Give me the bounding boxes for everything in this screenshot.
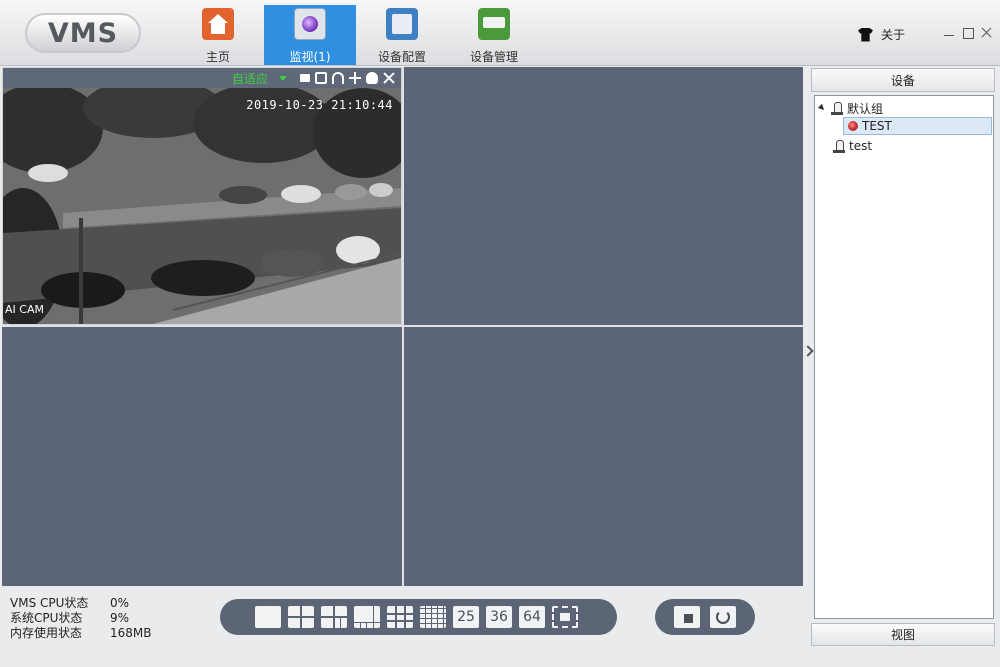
street-scene: [3, 88, 401, 324]
home-icon: [202, 8, 234, 40]
ptz-icon[interactable]: [349, 72, 361, 84]
camera-icon: [848, 121, 858, 131]
tab-device-manage[interactable]: 设备管理: [448, 5, 540, 65]
video-cell-1[interactable]: 自适应 2019-10-23 21:10:44 AI CAM: [2, 67, 402, 325]
status-key: 内存使用状态: [10, 626, 83, 640]
video-cell-2[interactable]: [404, 67, 803, 325]
status-value: 9%: [110, 611, 130, 625]
audio-icon[interactable]: [332, 72, 344, 84]
tree-node-default-group[interactable]: 默认组: [817, 99, 884, 117]
layout-6-icon[interactable]: [321, 606, 347, 628]
status-value: 0%: [110, 596, 130, 610]
top-bar: VMS 主页 监视(1) 设备配置 设备管理 关于: [0, 0, 1000, 66]
about-label: 关于: [881, 28, 906, 42]
video-cell-3[interactable]: [2, 327, 402, 586]
maximize-icon[interactable]: [961, 26, 975, 40]
tab-device-config-label: 设备配置: [377, 50, 426, 64]
layout-1-icon[interactable]: [255, 606, 281, 628]
save-icon[interactable]: [674, 606, 700, 628]
record-icon[interactable]: [300, 74, 310, 82]
video-grid: 自适应 2019-10-23 21:10:44 AI CAM: [2, 67, 803, 586]
chevron-down-icon[interactable]: [279, 75, 287, 81]
tab-monitor[interactable]: 监视(1): [264, 5, 356, 65]
device-manage-icon: [478, 8, 510, 40]
tab-monitor-label: 监视(1): [289, 50, 331, 64]
group-icon: [831, 101, 843, 115]
tab-device-manage-label: 设备管理: [469, 50, 518, 64]
osd-timestamp: 2019-10-23 21:10:44: [246, 98, 393, 112]
cycle-icon[interactable]: [710, 606, 736, 628]
status-key: VMS CPU状态: [10, 596, 89, 610]
device-tree: 默认组 TEST test: [814, 95, 994, 619]
expand-icon[interactable]: [817, 103, 827, 113]
fullscreen-icon[interactable]: [552, 606, 578, 628]
layout-36-button[interactable]: 36: [486, 606, 512, 628]
device-config-icon: [386, 8, 418, 40]
tree-node-label: TEST: [862, 119, 892, 133]
status-row: 系统CPU状态 9%: [10, 611, 152, 626]
close-icon[interactable]: [980, 26, 994, 40]
panel-toggle-icon[interactable]: [804, 345, 811, 361]
layout-16-icon[interactable]: [420, 606, 446, 628]
system-status: VMS CPU状态 0% 系统CPU状态 9% 内存使用状态 168MB: [10, 596, 152, 641]
scale-mode-select[interactable]: 自适应: [232, 70, 268, 87]
layout-64-button[interactable]: 64: [519, 606, 545, 628]
talk-icon[interactable]: [366, 72, 378, 84]
status-row: VMS CPU状态 0%: [10, 596, 152, 611]
snapshot-icon[interactable]: [315, 72, 327, 84]
tab-home[interactable]: 主页: [172, 5, 264, 65]
layout-8-icon[interactable]: [354, 606, 380, 628]
status-row: 内存使用状态 168MB: [10, 626, 152, 641]
tree-node-test-group[interactable]: test: [833, 137, 872, 155]
about-button[interactable]: 关于: [858, 26, 905, 43]
status-value: 168MB: [110, 626, 152, 640]
record-toolbar: [655, 599, 755, 635]
layout-toolbar: 25 36 64: [220, 599, 617, 635]
minimize-icon[interactable]: [942, 26, 956, 40]
tab-home-label: 主页: [205, 50, 230, 64]
layout-4-icon[interactable]: [288, 606, 314, 628]
group-icon: [833, 139, 845, 153]
video-cell-4[interactable]: [404, 327, 803, 586]
tree-node-label: 默认组: [847, 101, 884, 116]
osd-camera-name: AI CAM: [5, 303, 44, 316]
layout-9-icon[interactable]: [387, 606, 413, 628]
tab-device-config[interactable]: 设备配置: [356, 5, 448, 65]
view-panel-header[interactable]: 视图: [811, 623, 995, 646]
close-video-icon[interactable]: [383, 72, 395, 84]
layout-25-button[interactable]: 25: [453, 606, 479, 628]
vms-logo: VMS: [25, 13, 141, 53]
status-key: 系统CPU状态: [10, 611, 83, 625]
shirt-icon: [858, 27, 873, 42]
camera-feed[interactable]: 2019-10-23 21:10:44 AI CAM: [3, 88, 401, 324]
monitor-icon: [294, 8, 326, 40]
video-toolbar: 自适应: [3, 68, 401, 88]
tree-node-test-camera[interactable]: TEST: [843, 117, 992, 135]
device-panel-header[interactable]: 设备: [811, 68, 995, 92]
tree-node-label: test: [849, 139, 873, 153]
